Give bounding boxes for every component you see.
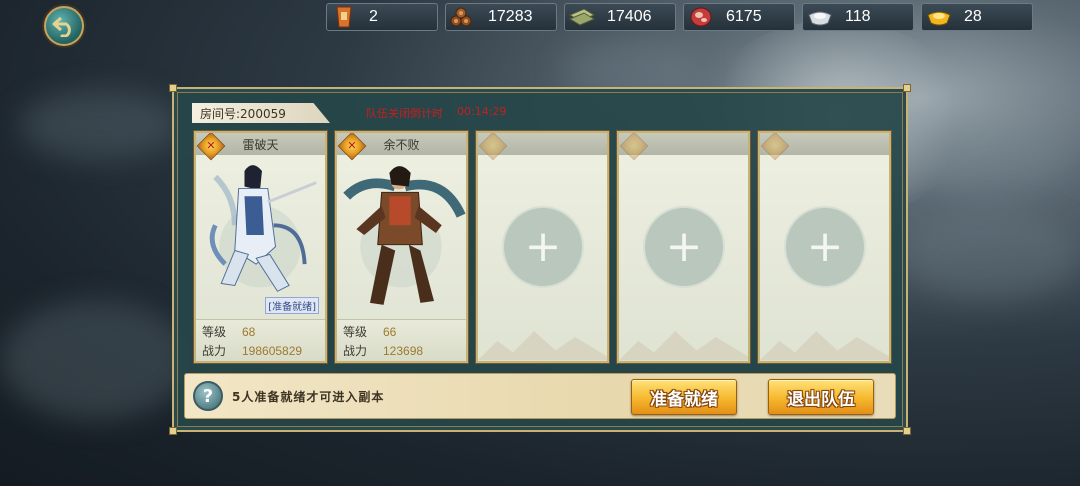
back-arrow-icon (52, 16, 71, 37)
power-label: 战力 (202, 344, 227, 358)
mountain-decoration (760, 331, 889, 361)
resource-cash: 17406 (564, 3, 676, 31)
help-button[interactable]: ? (193, 381, 223, 411)
back-button[interactable] (44, 6, 84, 46)
panel-corner (903, 427, 911, 435)
resource-value: 17283 (488, 8, 533, 25)
resource-value: 28 (964, 8, 982, 25)
room-number: 房间号:200059 (192, 103, 330, 123)
requirement-hint: 5人准备就绪才可进入副本 (232, 390, 385, 404)
resource-gold: 28 (921, 3, 1033, 31)
team-panel: 房间号:200059 队伍关闭倒计时 00:14:29 雷破天 ✕ [准备就绪]… (169, 84, 911, 435)
resource-wood: 17283 (445, 3, 557, 31)
plus-icon: + (806, 221, 844, 272)
cloud-decoration (20, 90, 180, 160)
member-card[interactable]: 余不败 ✕ 等级 66 战力 123698 (335, 131, 468, 363)
plus-icon: + (665, 221, 703, 272)
add-member-button[interactable]: + (784, 206, 866, 288)
leave-team-button[interactable]: 退出队伍 (768, 379, 874, 415)
meat-icon (686, 5, 716, 29)
resource-meat: 6175 (683, 3, 795, 31)
resource-value: 2 (369, 8, 378, 25)
wood-icon (448, 5, 478, 29)
member-stats: 等级 66 战力 123698 (337, 319, 466, 361)
level-value: 66 (383, 324, 397, 339)
add-member-button[interactable]: + (502, 206, 584, 288)
mountain-decoration (478, 331, 607, 361)
panel-corner (169, 427, 177, 435)
power-value: 198605829 (242, 343, 303, 358)
cash-icon (567, 5, 597, 29)
add-member-button[interactable]: + (643, 206, 725, 288)
warrior-portrait (343, 166, 466, 305)
power-label: 战力 (343, 344, 368, 358)
gold-icon (924, 5, 954, 29)
member-stats: 等级 68 战力 198605829 (196, 319, 325, 361)
resource-value: 118 (845, 8, 871, 25)
cloud-decoration (900, 210, 1080, 300)
ready-status-tag: [准备就绪] (265, 297, 319, 314)
action-bar: ? 5人准备就绪才可进入副本 准备就绪 退出队伍 (184, 373, 896, 419)
swordsman-portrait (209, 165, 317, 292)
level-value: 68 (242, 324, 256, 339)
panel-corner (903, 84, 911, 92)
panel-corner (169, 84, 177, 92)
token-icon (329, 5, 359, 29)
empty-slot[interactable]: + (476, 131, 609, 363)
resource-value: 17406 (607, 8, 652, 25)
empty-slot[interactable]: + (758, 131, 891, 363)
countdown-value: 00:14:29 (457, 105, 507, 118)
resource-token: 2 (326, 3, 438, 31)
member-card[interactable]: 雷破天 ✕ [准备就绪] 等级 68 战力 198605829 (194, 131, 327, 363)
plus-icon: + (524, 221, 562, 272)
silver-icon (805, 5, 835, 29)
empty-slot[interactable]: + (617, 131, 750, 363)
mountain-decoration (619, 331, 748, 361)
team-close-countdown: 队伍关闭倒计时 00:14:29 (366, 105, 506, 121)
cloud-decoration (920, 120, 1070, 200)
resource-silver: 118 (802, 3, 914, 31)
level-label: 等级 (343, 325, 368, 339)
countdown-label: 队伍关闭倒计时 (366, 107, 443, 120)
power-value: 123698 (383, 343, 424, 358)
resource-value: 6175 (726, 8, 762, 25)
level-label: 等级 (202, 325, 227, 339)
cloud-decoration (0, 300, 190, 420)
ready-button[interactable]: 准备就绪 (631, 379, 737, 415)
